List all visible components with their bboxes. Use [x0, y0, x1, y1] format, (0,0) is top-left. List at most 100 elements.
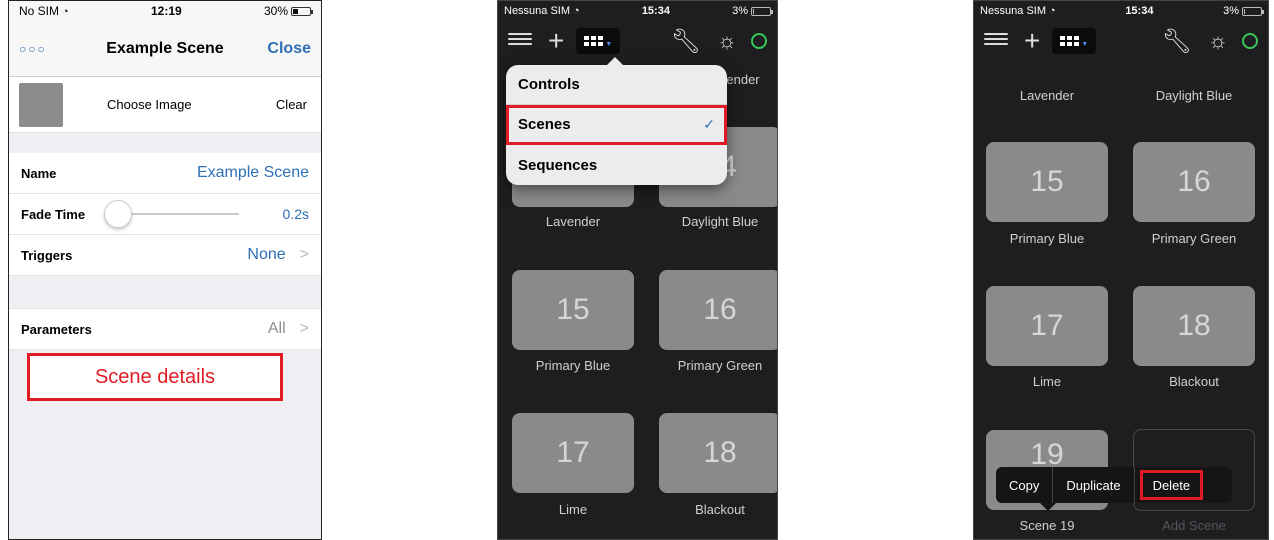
- copy-button[interactable]: Copy: [996, 467, 1054, 503]
- menu-icon[interactable]: [984, 33, 1008, 49]
- grid-icon: [1060, 36, 1080, 46]
- scene-tile-17[interactable]: 17: [986, 286, 1108, 366]
- choose-image-button[interactable]: Choose Image: [107, 97, 192, 112]
- carrier: No SIM: [19, 4, 60, 18]
- carrier: Nessuna SIM: [980, 5, 1047, 17]
- carrier-text: Nessuna SIM ◔: [504, 5, 580, 17]
- tile-label: Primary Green: [677, 358, 763, 373]
- image-row: Choose Image Clear: [9, 77, 321, 133]
- name-field[interactable]: Example Scene: [197, 164, 309, 182]
- menu-icon[interactable]: [508, 33, 532, 49]
- fade-time-value: 0.2s: [282, 206, 309, 222]
- connection-status-icon: [751, 33, 767, 49]
- tile-label: Lime: [558, 502, 588, 517]
- add-scene-label: Add Scene: [1162, 518, 1226, 533]
- page-title: Example Scene: [106, 39, 224, 57]
- tile-label: Lavender: [545, 214, 601, 229]
- tile-label: Primary Blue: [535, 358, 611, 373]
- carrier-text: No SIM ◔: [19, 4, 69, 18]
- sun-icon[interactable]: ☼: [1208, 28, 1228, 54]
- scene-tile-18[interactable]: 18: [659, 413, 777, 493]
- chevron-right-icon: >: [299, 320, 309, 337]
- scene-context-phone: Nessuna SIM ◔ 15:34 3% + ▼ 🔧︎ ☼ Lavender …: [973, 0, 1269, 540]
- battery-icon: [1241, 6, 1264, 16]
- carrier-text: Nessuna SIM ◔: [980, 5, 1056, 17]
- fade-time-slider[interactable]: [104, 200, 240, 228]
- menu-item-sequences[interactable]: Sequences: [506, 145, 727, 185]
- tile-label: Blackout: [1169, 374, 1219, 389]
- triggers-value: None: [247, 246, 286, 263]
- wrench-icon[interactable]: 🔧︎: [670, 27, 700, 56]
- add-icon[interactable]: +: [1024, 27, 1040, 55]
- scene-tile-15[interactable]: 15: [986, 142, 1108, 222]
- wrench-icon[interactable]: 🔧︎: [1161, 27, 1191, 56]
- battery-group: 3%: [1223, 5, 1264, 17]
- fade-time-label: Fade Time: [21, 206, 86, 222]
- parameters-row[interactable]: Parameters All >: [9, 308, 321, 350]
- connection-status-icon: [1242, 33, 1258, 49]
- menu-item-controls[interactable]: Controls: [506, 65, 727, 105]
- wifi-icon: ◔: [573, 5, 580, 17]
- tile-context-menu: Copy Duplicate Delete: [996, 467, 1232, 511]
- scene-tile-16[interactable]: 16: [659, 270, 777, 350]
- tile-label: Primary Green: [1151, 231, 1237, 246]
- slider-knob[interactable]: [104, 200, 133, 228]
- battery-percent: 3%: [732, 5, 748, 17]
- battery-percent: 30%: [263, 4, 288, 18]
- annotation-box: Scene details: [27, 353, 283, 401]
- scene-menu-phone: Nessuna SIM◔ 15:34 3% + ▼ 🔧︎ ☼ ender 14 …: [497, 0, 778, 540]
- scene-tile-18[interactable]: 18: [1133, 286, 1255, 366]
- wifi-icon: ◔: [62, 6, 69, 18]
- scene-image-thumbnail[interactable]: [19, 82, 63, 127]
- menu-item-scenes[interactable]: Scenes ✓: [506, 105, 727, 145]
- more-button[interactable]: ○○○: [19, 42, 79, 56]
- menu-item-label: Scenes: [518, 116, 571, 133]
- grid-icon: [584, 36, 604, 46]
- scene-tile-17[interactable]: 17: [512, 413, 634, 493]
- battery-group: 30%: [263, 4, 313, 18]
- scene-tile-16[interactable]: 16: [1133, 142, 1255, 222]
- status-bar: No SIM ◔ 12:19 30%: [9, 1, 321, 21]
- sun-icon[interactable]: ☼: [717, 28, 737, 54]
- view-menu-popover: Controls Scenes ✓ Sequences: [506, 57, 727, 185]
- parameters-value: All: [267, 320, 286, 337]
- status-bar: Nessuna SIM ◔ 15:34 3%: [498, 1, 777, 21]
- battery-group: 3%: [732, 5, 773, 17]
- checkmark-icon: ✓: [703, 116, 715, 132]
- tile-label: Daylight Blue: [1155, 88, 1233, 103]
- delete-button[interactable]: Delete: [1137, 467, 1207, 503]
- tile-label: Scene 19: [1019, 518, 1075, 533]
- battery-icon: [291, 7, 313, 17]
- clock: 15:34: [1125, 5, 1154, 17]
- tile-label: Lavender: [1019, 88, 1075, 103]
- chevron-right-icon: >: [299, 246, 309, 263]
- scene-details-phone: No SIM ◔ 12:19 30% ○○○ Example Scene Clos…: [8, 0, 322, 540]
- battery-percent: 3%: [1223, 5, 1239, 17]
- tile-label: Lime: [1032, 374, 1062, 389]
- add-icon[interactable]: +: [548, 27, 564, 55]
- tile-label: Blackout: [695, 502, 745, 517]
- battery-icon: [750, 6, 773, 16]
- scene-tile-15[interactable]: 15: [512, 270, 634, 350]
- triggers-label: Triggers: [21, 247, 73, 263]
- close-button[interactable]: Close: [251, 40, 311, 58]
- caret-down-icon: ▼: [605, 40, 613, 48]
- wifi-icon: ◔: [1049, 5, 1056, 17]
- name-row[interactable]: Name Example Scene: [9, 153, 321, 194]
- toolbar: + ▼ 🔧︎ ☼: [498, 21, 777, 61]
- view-switcher-button[interactable]: ▼: [576, 28, 621, 54]
- menu-item-label: Controls: [518, 76, 580, 93]
- tile-label: Daylight Blue: [681, 214, 759, 229]
- name-label: Name: [21, 165, 57, 181]
- view-switcher-button[interactable]: ▼: [1052, 28, 1097, 54]
- nav-bar: ○○○ Example Scene Close: [9, 21, 321, 77]
- tile-label: Primary Blue: [1009, 231, 1085, 246]
- status-bar: Nessuna SIM ◔ 15:34 3%: [974, 1, 1268, 21]
- duplicate-button[interactable]: Duplicate: [1053, 467, 1135, 503]
- toolbar: + ▼ 🔧︎ ☼: [974, 21, 1268, 61]
- clear-image-button[interactable]: Clear: [276, 97, 307, 112]
- parameters-label: Parameters: [21, 321, 92, 337]
- triggers-row[interactable]: Triggers None >: [9, 235, 321, 276]
- menu-item-label: Sequences: [518, 156, 598, 174]
- clock: 15:34: [641, 5, 670, 17]
